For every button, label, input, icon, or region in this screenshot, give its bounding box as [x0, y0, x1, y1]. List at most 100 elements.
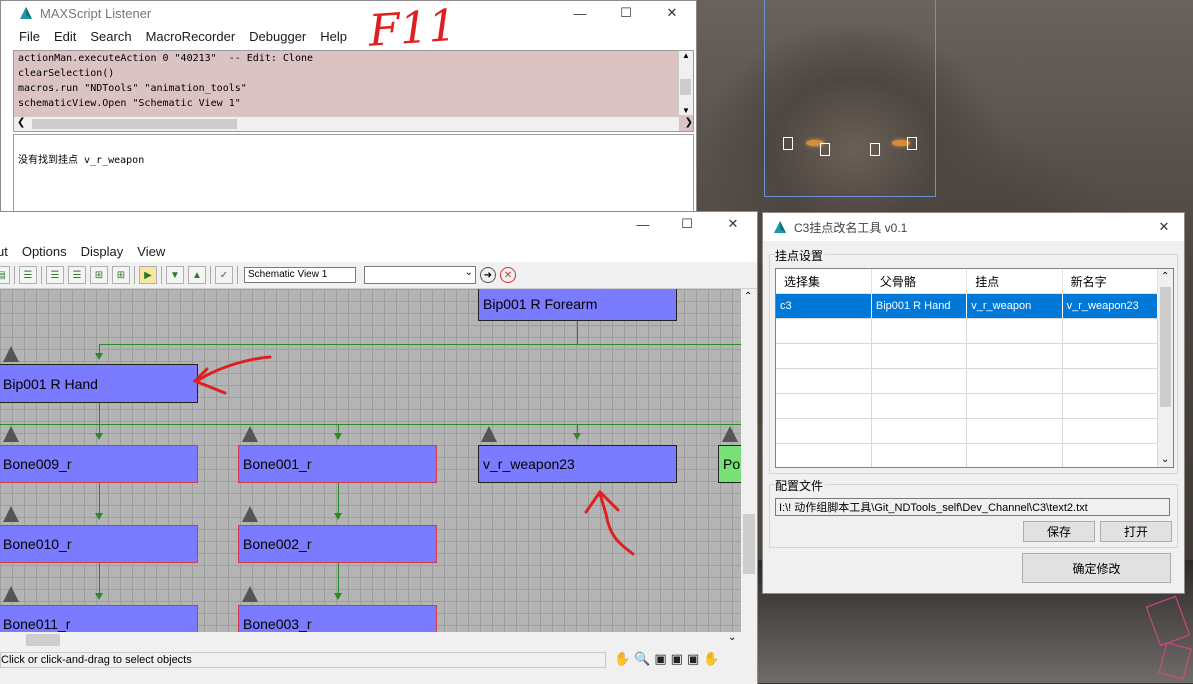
table-cell[interactable]: Bip001 R Hand: [871, 293, 968, 319]
open-button[interactable]: 打开: [1100, 521, 1172, 542]
table-cell[interactable]: [966, 368, 1063, 394]
node-point-helper[interactable]: Po: [718, 445, 741, 483]
table-cell[interactable]: [966, 318, 1063, 344]
node-bone010-r[interactable]: Bone010_r: [0, 525, 198, 563]
config-path-field[interactable]: I:\! 动作组脚本工具\Git_NDTools_self\Dev_Channe…: [775, 498, 1170, 516]
table-cell[interactable]: [776, 368, 872, 394]
table-cell[interactable]: [1062, 343, 1159, 369]
list-views-icon[interactable]: ⊞: [112, 266, 130, 284]
table-row[interactable]: [776, 393, 1159, 419]
table-cell[interactable]: [776, 393, 872, 419]
schematic-vertical-scrollbar[interactable]: ⌃: [741, 289, 757, 632]
listener-output-pane[interactable]: 没有找到挂点 v_r_weapon: [13, 134, 694, 214]
macro-horizontal-scrollbar[interactable]: ❮ ❯: [14, 116, 693, 131]
column-header[interactable]: 父骨骼: [871, 269, 968, 294]
schematic-canvas[interactable]: Bip001 R Forearm Bip001 R Hand Bone009_r…: [0, 289, 741, 632]
collapse-triangle-icon[interactable]: [3, 346, 19, 362]
node-bone009-r[interactable]: Bone009_r: [0, 445, 198, 483]
cancel-icon[interactable]: ✕: [500, 267, 516, 283]
menu-edit[interactable]: Edit: [54, 29, 76, 44]
save-button[interactable]: 保存: [1023, 521, 1095, 542]
menu-search[interactable]: Search: [90, 29, 131, 44]
scroll-thumb[interactable]: [26, 634, 60, 646]
go-icon[interactable]: ➜: [480, 267, 496, 283]
pan-icon[interactable]: ✋: [614, 651, 630, 667]
table-row[interactable]: [776, 343, 1159, 369]
scroll-thumb[interactable]: [680, 79, 691, 95]
table-cell[interactable]: [966, 443, 1063, 467]
table-cell[interactable]: [776, 418, 872, 444]
table-row[interactable]: [776, 418, 1159, 444]
view-name-field[interactable]: Schematic View 1: [244, 267, 356, 283]
collapse-triangle-icon[interactable]: [722, 426, 738, 442]
table-row[interactable]: [776, 368, 1159, 394]
minimize-button[interactable]: —: [620, 212, 666, 236]
collapse-triangle-icon[interactable]: [242, 506, 258, 522]
table-cell[interactable]: [871, 418, 968, 444]
close-button[interactable]: ✕: [710, 212, 756, 236]
zoom-region-icon[interactable]: ▣: [654, 651, 666, 667]
menu-help[interactable]: Help: [320, 29, 347, 44]
zoom-icon[interactable]: 🔍: [634, 651, 650, 667]
table-row[interactable]: c3 Bip001 R Hand v_r_weapon v_r_weapon23: [776, 293, 1159, 319]
scroll-up-icon[interactable]: ⌃: [744, 291, 752, 302]
hierarchy-mode-icon[interactable]: ☰: [19, 266, 37, 284]
move-children-icon[interactable]: ⊞: [90, 266, 108, 284]
connect-icon[interactable]: ☰: [46, 266, 64, 284]
scroll-down-icon[interactable]: ⌄: [728, 632, 736, 643]
chevron-down-icon[interactable]: ⌄: [465, 267, 473, 278]
column-header[interactable]: 挂点: [966, 269, 1063, 294]
pan-to-selected-icon[interactable]: ✋: [703, 651, 719, 667]
table-cell[interactable]: [871, 343, 968, 369]
table-cell[interactable]: [1062, 318, 1159, 344]
table-cell[interactable]: [871, 393, 968, 419]
schematic-horizontal-scrollbar[interactable]: ⌄: [0, 632, 741, 648]
menu-debugger[interactable]: Debugger: [249, 29, 306, 44]
table-cell[interactable]: [1062, 418, 1159, 444]
table-cell[interactable]: [776, 443, 872, 467]
table-cell[interactable]: [871, 443, 968, 467]
menu-file[interactable]: File: [19, 29, 40, 44]
table-cell[interactable]: [1062, 368, 1159, 394]
collapse-triangle-icon[interactable]: [242, 426, 258, 442]
column-header[interactable]: 新名字: [1062, 269, 1159, 294]
close-button[interactable]: ✕: [1145, 213, 1183, 241]
zoom-extents-icon[interactable]: ▣: [671, 651, 683, 667]
select-tool-icon[interactable]: ▶: [139, 266, 157, 284]
unlink-icon[interactable]: ☰: [68, 266, 86, 284]
scroll-up-icon[interactable]: ▲: [682, 51, 690, 60]
maximize-button[interactable]: ☐: [664, 212, 710, 236]
node-bone002-r[interactable]: Bone002_r: [238, 525, 437, 563]
node-v-r-weapon23[interactable]: v_r_weapon23: [478, 445, 677, 483]
collapse-triangle-icon[interactable]: [242, 586, 258, 602]
table-cell[interactable]: [1062, 443, 1159, 467]
node-bone001-r[interactable]: Bone001_r: [238, 445, 437, 483]
table-vertical-scrollbar[interactable]: ⌃ ⌄: [1158, 269, 1173, 467]
table-cell[interactable]: [776, 318, 872, 344]
table-cell[interactable]: [871, 318, 968, 344]
minimize-button[interactable]: —: [557, 1, 603, 25]
sync-selection-icon[interactable]: ✓: [215, 266, 233, 284]
column-header[interactable]: 选择集: [776, 269, 872, 294]
scroll-thumb[interactable]: [743, 514, 755, 574]
zoom-selected-icon[interactable]: ▣: [687, 651, 699, 667]
collapse-triangle-icon[interactable]: [3, 586, 19, 602]
menu-options[interactable]: Options: [22, 244, 67, 259]
scroll-up-icon[interactable]: ⌃: [1161, 271, 1169, 282]
scroll-right-icon[interactable]: ❯: [685, 117, 693, 128]
expand-icon[interactable]: ▲: [188, 266, 206, 284]
menu-macrorecorder[interactable]: MacroRecorder: [146, 29, 236, 44]
search-dropdown[interactable]: ⌄: [364, 266, 476, 284]
table-cell[interactable]: v_r_weapon23: [1062, 293, 1159, 319]
maximize-button[interactable]: ☐: [603, 1, 649, 25]
table-cell[interactable]: [871, 368, 968, 394]
node-bone003-r[interactable]: Bone003_r: [238, 605, 437, 632]
scroll-thumb[interactable]: [32, 119, 237, 129]
table-cell[interactable]: c3: [776, 293, 872, 319]
collapse-icon[interactable]: ▼: [166, 266, 184, 284]
node-bip001-r-hand[interactable]: Bip001 R Hand: [0, 364, 198, 403]
macro-vertical-scrollbar[interactable]: ▲ ▼: [678, 51, 693, 115]
scroll-down-icon[interactable]: ▼: [682, 106, 690, 115]
close-button[interactable]: ✕: [649, 1, 695, 25]
menu-display[interactable]: Display: [81, 244, 124, 259]
